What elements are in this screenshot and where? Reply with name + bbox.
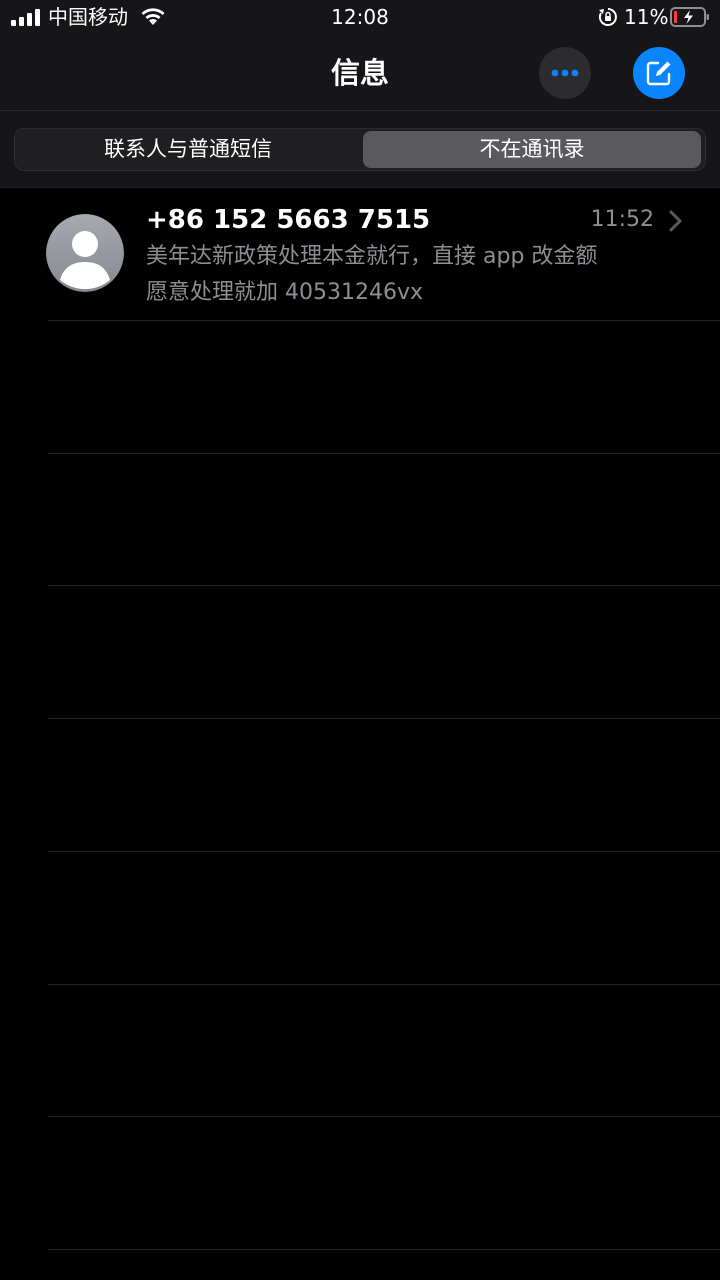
chevron-right-icon xyxy=(669,210,682,232)
rotation-lock-icon xyxy=(598,8,617,26)
list-separator xyxy=(48,851,720,852)
conversation-sender: +86 152 5663 7515 xyxy=(146,205,431,235)
status-time: 12:08 xyxy=(331,5,389,29)
compose-button[interactable] xyxy=(633,47,685,99)
list-separator xyxy=(48,1116,720,1117)
list-separator xyxy=(48,585,720,586)
tab-unknown-senders[interactable]: 不在通讯录 xyxy=(363,131,701,168)
list-separator xyxy=(48,718,720,719)
ellipsis-icon xyxy=(551,69,579,77)
conversation-time: 11:52 xyxy=(590,207,654,232)
more-button[interactable] xyxy=(539,47,591,99)
battery-percentage: 11% xyxy=(624,5,669,29)
person-avatar-icon xyxy=(46,214,124,292)
nav-divider xyxy=(0,110,720,111)
filter-segmented-control: 联系人与普通短信 不在通讯录 xyxy=(14,128,706,171)
list-separator xyxy=(48,320,720,321)
message-preview-line: 愿意处理就加 40531246vx xyxy=(146,280,424,305)
battery-charging-icon xyxy=(670,7,709,27)
carrier-name: 中国移动 xyxy=(48,5,128,29)
tab-contacts-and-sms[interactable]: 联系人与普通短信 xyxy=(17,131,359,168)
list-separator xyxy=(48,984,720,985)
message-preview-line: 美年达新政策处理本金就行，直接 app 改金额 xyxy=(146,244,598,269)
page-title: 信息 xyxy=(330,56,389,90)
message-preview: 美年达新政策处理本金就行，直接 app 改金额 愿意处理就加 40531246v… xyxy=(146,239,698,311)
wifi-icon xyxy=(141,8,165,25)
compose-icon xyxy=(646,61,671,86)
signal-icon xyxy=(11,9,40,26)
list-separator xyxy=(48,453,720,454)
top-bar: 中国移动 12:08 11% 信息 联系人与普通短信 不在通讯录 xyxy=(0,0,720,188)
conversation-row[interactable]: +86 152 5663 7515 11:52 美年达新政策处理本金就行，直接 … xyxy=(0,188,720,320)
status-bar: 中国移动 12:08 11% xyxy=(0,0,720,36)
list-separator xyxy=(48,1249,720,1250)
